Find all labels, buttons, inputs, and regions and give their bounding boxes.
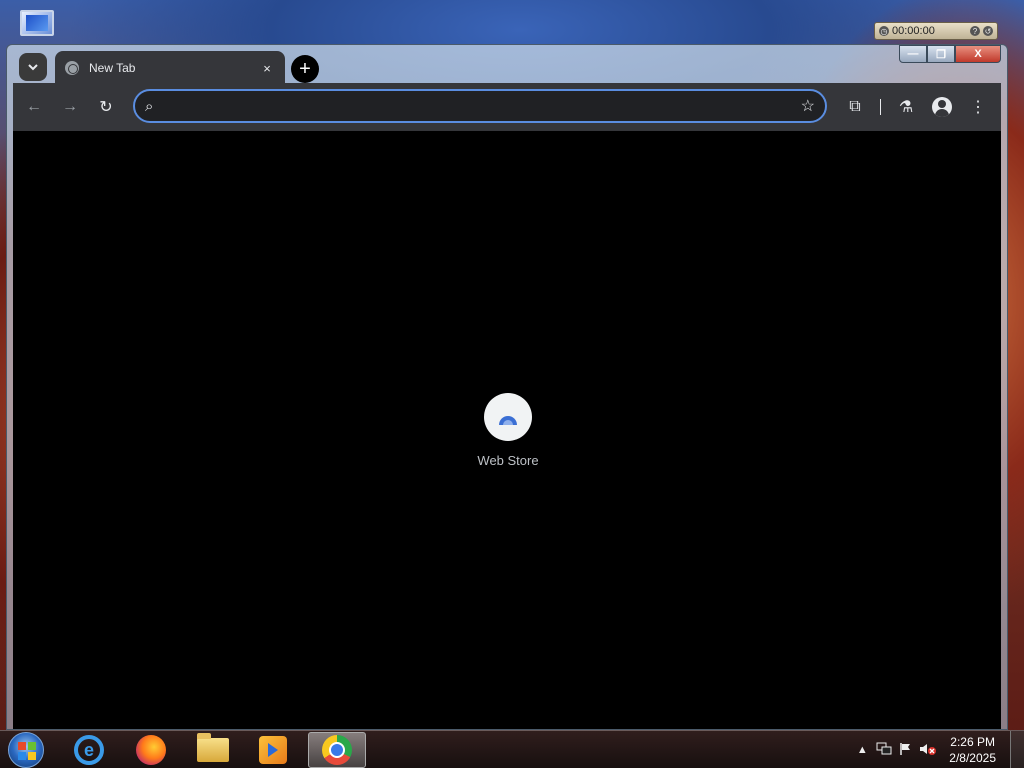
volume-muted-icon[interactable]	[917, 742, 939, 759]
profile-button[interactable]	[927, 92, 957, 122]
system-tray: ▲ 2:26 PM 2/8/2025	[851, 731, 1024, 768]
internet-explorer-icon: e	[74, 735, 104, 765]
labs-flask-icon[interactable]: ⚗	[891, 92, 921, 122]
browser-toolbar: ← → ↻ ⌕ ☆ ⧉ ⚗ ⋮	[13, 83, 1001, 131]
clock-time: 2:26 PM	[950, 735, 995, 749]
stopwatch-icon: ◷	[879, 26, 889, 36]
close-tab-button[interactable]: ×	[259, 61, 275, 76]
taskbar-chrome[interactable]	[308, 732, 366, 768]
minimize-button[interactable]: —	[899, 45, 927, 63]
close-window-button[interactable]: X	[955, 45, 1001, 63]
toolbar-divider	[880, 99, 881, 115]
network-icon[interactable]	[873, 742, 895, 759]
taskbar-media-player[interactable]	[246, 732, 300, 768]
taskbar: e ▲ 2:26 PM 2/8/2025	[0, 730, 1024, 768]
reset-icon[interactable]: ↺	[983, 26, 993, 36]
taskbar-internet-explorer[interactable]: e	[62, 732, 116, 768]
action-center-flag-icon[interactable]	[895, 742, 917, 759]
reload-button[interactable]: ↻	[91, 92, 121, 122]
forward-button[interactable]: →	[55, 92, 85, 122]
stopwatch-gadget[interactable]: ◷ 00:00:00 ? ↺	[874, 22, 998, 40]
tab-search-button[interactable]	[19, 53, 47, 81]
menu-kebab-icon[interactable]: ⋮	[963, 92, 993, 122]
tab-new-tab[interactable]: New Tab ×	[55, 51, 285, 85]
back-button[interactable]: ←	[19, 92, 49, 122]
address-bar[interactable]: ⌕ ☆	[133, 89, 827, 123]
help-icon[interactable]: ?	[970, 26, 980, 36]
maximize-button[interactable]: ❐	[927, 45, 955, 63]
shortcut-web-store[interactable]: Web Store	[468, 393, 548, 468]
shortcut-label: Web Store	[477, 453, 539, 468]
folder-icon	[197, 733, 229, 762]
search-icon: ⌕	[145, 97, 154, 115]
stopwatch-time: 00:00:00	[892, 25, 935, 37]
extensions-icon[interactable]: ⧉	[840, 92, 870, 122]
show-desktop-button[interactable]	[1010, 731, 1024, 768]
web-store-icon	[484, 393, 532, 441]
chevron-down-icon	[28, 64, 38, 71]
new-tab-button[interactable]: +	[291, 55, 319, 83]
taskbar-file-explorer[interactable]	[186, 732, 240, 768]
toolbar-right-actions: ⧉ ⚗ ⋮	[840, 92, 993, 122]
browser-window: — ❐ X New Tab × + ← → ↻ ⌕ ☆ ⧉ ⚗ ⋮ Web St…	[6, 44, 1008, 730]
chrome-icon	[322, 735, 352, 765]
media-player-icon	[259, 736, 287, 764]
taskbar-firefox[interactable]	[124, 732, 178, 768]
globe-icon	[65, 61, 79, 75]
clock-date: 2/8/2025	[949, 751, 996, 765]
avatar-icon	[932, 97, 952, 117]
bookmark-star-icon[interactable]: ☆	[801, 96, 815, 116]
show-hidden-icons-button[interactable]: ▲	[851, 744, 873, 756]
taskbar-clock[interactable]: 2:26 PM 2/8/2025	[949, 734, 996, 766]
tab-strip: New Tab × +	[15, 49, 895, 85]
window-controls: — ❐ X	[899, 45, 1001, 63]
new-tab-page: Web Store	[13, 131, 1001, 729]
address-input[interactable]	[161, 98, 801, 114]
computer-desktop-icon[interactable]	[14, 8, 64, 48]
tab-title: New Tab	[89, 61, 136, 75]
start-button[interactable]	[8, 732, 44, 768]
firefox-icon	[136, 735, 166, 765]
